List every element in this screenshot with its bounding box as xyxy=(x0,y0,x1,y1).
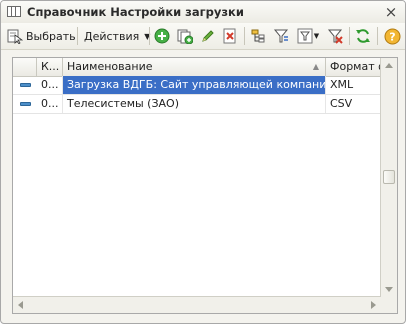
refresh-icon xyxy=(356,29,370,43)
help-button[interactable]: ? xyxy=(383,27,401,45)
vertical-scrollbar[interactable] xyxy=(380,58,397,297)
add-button[interactable] xyxy=(153,27,171,45)
select-button-label: Выбрать xyxy=(26,29,76,43)
window-title: Справочник Настройки загрузки xyxy=(27,5,244,19)
scroll-down-arrow-icon[interactable] xyxy=(385,287,393,292)
table-row[interactable]: 0... Загрузка ВДГБ: Сайт управляющей ком… xyxy=(13,76,386,95)
column-header-format[interactable]: Формат ф xyxy=(326,58,386,76)
toolbar: Выбрать Действия ▼ ▼ ? xyxy=(1,23,405,50)
row-code: 0... xyxy=(37,76,63,94)
refresh-button[interactable] xyxy=(354,27,372,45)
row-code: 0... xyxy=(37,95,63,113)
add-circle-icon xyxy=(154,28,170,44)
filter-settings-button[interactable]: ▼ xyxy=(295,27,321,45)
hierarchy-icon xyxy=(251,29,265,43)
help-icon: ? xyxy=(384,28,400,44)
delete-button[interactable] xyxy=(221,27,239,45)
scroll-right-arrow-icon[interactable] xyxy=(371,301,376,309)
svg-text:?: ? xyxy=(389,30,395,43)
row-name: Телесистемы (ЗАО) xyxy=(63,95,326,113)
clear-filter-icon xyxy=(327,29,343,44)
column-header-code[interactable]: К... xyxy=(37,58,63,76)
row-marker-icon xyxy=(20,83,31,87)
select-icon xyxy=(7,29,23,44)
edit-button[interactable] xyxy=(199,27,217,45)
data-table[interactable]: К... Наименование ▲ Формат ф 0... Загруз… xyxy=(12,57,398,314)
dropdown-arrow-icon: ▼ xyxy=(313,32,320,40)
table-header: К... Наименование ▲ Формат ф xyxy=(13,58,386,77)
scroll-up-arrow-icon[interactable] xyxy=(385,63,393,68)
marker-column-header xyxy=(13,58,37,76)
sort-icon: ▲ xyxy=(312,62,319,71)
row-name: Загрузка ВДГБ: Сайт управляющей компании… xyxy=(63,76,326,94)
actions-menu-label: Действия xyxy=(84,29,140,43)
table-row[interactable]: 0... Телесистемы (ЗАО) CSV xyxy=(13,95,386,114)
row-format: CSV xyxy=(326,95,386,113)
scroll-corner xyxy=(381,297,397,313)
clear-filter-button[interactable] xyxy=(326,27,344,45)
select-button[interactable]: Выбрать xyxy=(7,26,76,46)
reference-window: Справочник Настройки загрузки × Выбрать … xyxy=(0,0,406,324)
horizontal-scrollbar[interactable] xyxy=(13,296,381,313)
actions-menu-button[interactable]: Действия ▼ xyxy=(84,26,150,46)
pencil-icon xyxy=(202,30,214,42)
title-bar: Справочник Настройки загрузки × xyxy=(1,1,405,24)
row-format: XML xyxy=(326,76,386,94)
scroll-left-arrow-icon[interactable] xyxy=(18,301,23,309)
filter-icon xyxy=(273,29,289,43)
column-header-name[interactable]: Наименование ▲ xyxy=(63,58,326,76)
close-button[interactable]: × xyxy=(383,4,399,20)
hierarchy-button[interactable] xyxy=(249,27,267,45)
filter-settings-icon xyxy=(297,28,313,44)
vertical-scroll-thumb[interactable] xyxy=(383,170,395,184)
filter-button[interactable] xyxy=(272,27,290,45)
table-icon xyxy=(7,6,21,17)
copy-button[interactable] xyxy=(176,27,194,45)
copy-add-icon xyxy=(177,29,193,44)
delete-icon xyxy=(223,28,236,44)
row-marker-icon xyxy=(20,102,31,106)
